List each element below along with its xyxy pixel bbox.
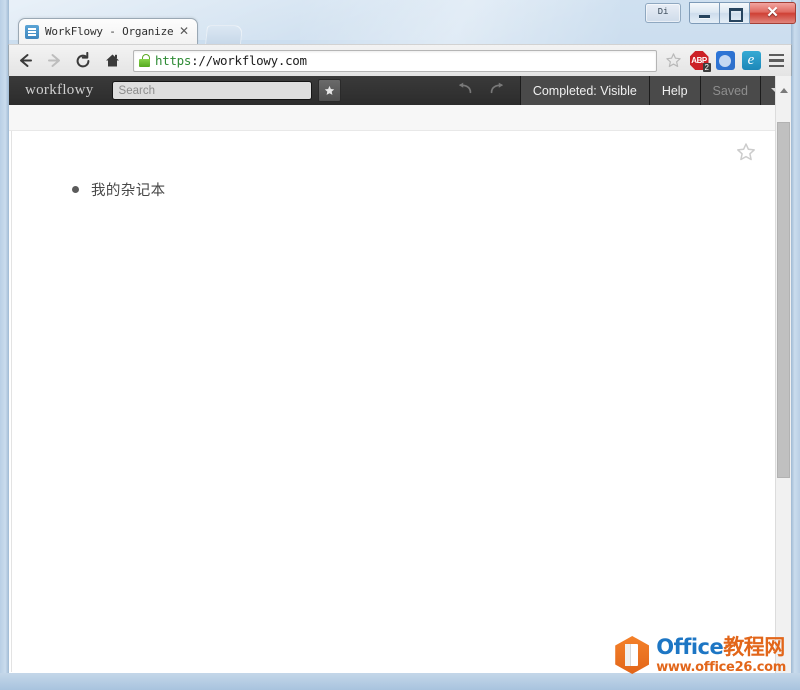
page-content-area: 我的杂记本	[9, 105, 791, 673]
extension-icons: ABP 2 e	[687, 48, 765, 74]
workflowy-logo[interactable]: workflowy	[25, 82, 94, 99]
address-bar[interactable]: https://workflowy.com	[133, 49, 657, 72]
url-host: ://workflowy.com	[191, 53, 307, 68]
url-scheme: https	[155, 53, 192, 68]
abp-badge-count: 2	[702, 62, 711, 72]
screenshot-root: Di ✕ WorkFlowy - Organize yo ✕	[0, 0, 800, 690]
search-input[interactable]: Search	[111, 81, 312, 100]
completed-visibility-button[interactable]: Completed: Visible	[519, 76, 649, 105]
office-logo-icon	[615, 636, 650, 674]
vertical-scroll-thumb[interactable]	[777, 122, 790, 478]
browser-tab[interactable]: WorkFlowy - Organize yo ✕	[18, 18, 198, 44]
watermark: Office教程网 www.office26.com	[615, 636, 786, 674]
tab-close-icon[interactable]: ✕	[177, 24, 191, 39]
outline-list: 我的杂记本	[72, 179, 166, 200]
watermark-url: www.office26.com	[656, 659, 786, 675]
watermark-brand-en: Office	[656, 634, 724, 659]
help-button[interactable]: Help	[648, 76, 700, 105]
e-extension-button[interactable]: e	[739, 48, 763, 74]
home-icon	[105, 54, 119, 67]
bullet-icon[interactable]	[72, 186, 79, 193]
hamburger-line	[768, 64, 784, 68]
breadcrumb-bar	[9, 105, 791, 131]
tab-title: WorkFlowy - Organize yo	[45, 25, 177, 38]
list-item-label[interactable]: 我的杂记本	[91, 179, 166, 200]
secure-lock-icon	[139, 54, 150, 67]
browser-menu-button[interactable]	[765, 48, 787, 74]
forward-arrow-icon	[47, 54, 60, 67]
window-frame-left	[0, 0, 9, 690]
undo-redo-group	[456, 82, 506, 100]
list-item[interactable]: 我的杂记本	[72, 179, 166, 200]
reload-icon	[76, 51, 90, 67]
star-outline-icon	[665, 53, 681, 68]
document-canvas[interactable]: 我的杂记本	[11, 131, 778, 672]
url-text: https://workflowy.com	[155, 53, 307, 68]
reload-button[interactable]	[70, 48, 96, 74]
window-frame-bottom	[0, 673, 800, 690]
star-filled-icon	[324, 85, 334, 95]
scrollbar-up-arrow[interactable]	[775, 76, 791, 105]
undo-icon	[458, 82, 472, 93]
forward-button[interactable]	[41, 48, 67, 74]
starred-items-button[interactable]	[317, 79, 341, 102]
home-button[interactable]	[99, 48, 125, 74]
redo-icon	[490, 82, 503, 93]
e-icon: e	[741, 51, 761, 70]
watermark-text: Office教程网 www.office26.com	[656, 634, 786, 675]
blue-circle-icon	[715, 51, 735, 70]
adblock-plus-button[interactable]: ABP 2	[687, 48, 711, 74]
bookmark-star-button[interactable]	[663, 51, 683, 71]
workflowy-favicon-icon	[25, 24, 39, 39]
watermark-brand: Office教程网	[656, 634, 786, 659]
undo-button[interactable]	[456, 82, 473, 100]
back-arrow-icon	[19, 54, 32, 67]
back-button[interactable]	[12, 48, 38, 74]
workflowy-app-bar: workflowy Search Completed: Visible Help…	[9, 76, 791, 105]
blue-circle-extension-button[interactable]	[713, 48, 737, 74]
browser-toolbar: https://workflowy.com ABP 2 e	[8, 44, 792, 76]
window-frame-right	[791, 0, 800, 690]
star-outline-icon	[737, 143, 755, 161]
vertical-scrollbar[interactable]	[775, 105, 791, 673]
save-status-label: Saved	[699, 76, 760, 105]
hamburger-line	[768, 53, 784, 57]
page-star-button[interactable]	[736, 142, 756, 167]
new-tab-button[interactable]	[204, 25, 244, 45]
hamburger-line	[768, 59, 784, 62]
redo-button[interactable]	[489, 82, 506, 100]
tab-strip: WorkFlowy - Organize yo ✕	[8, 18, 792, 45]
watermark-brand-cn: 教程网	[723, 634, 785, 659]
